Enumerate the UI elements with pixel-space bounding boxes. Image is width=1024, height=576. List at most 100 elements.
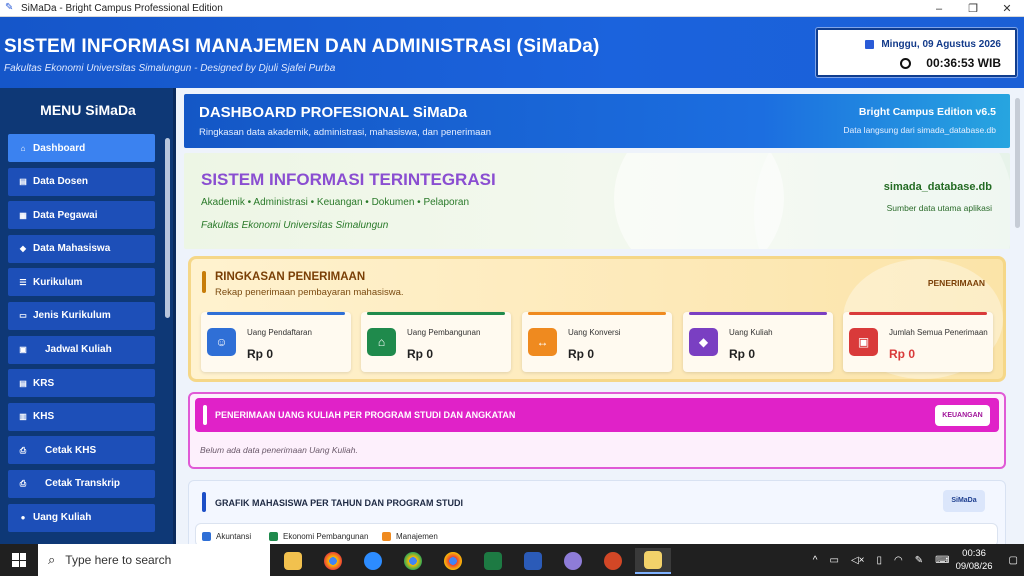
sidebar-item-label: KHS [33, 411, 55, 423]
sidebar-item-kurikulum[interactable]: ☰ Kurikulum [8, 268, 155, 297]
app-subtitle: Fakultas Ekonomi Universitas Simalungun … [4, 63, 336, 74]
sidebar-scrollbar[interactable] [165, 138, 170, 318]
search-icon: ⌕ [48, 552, 56, 567]
file-explorer-icon[interactable] [275, 548, 311, 574]
sidebar-item-jenis-kurikulum[interactable]: ▭ Jenis Kurikulum [8, 301, 155, 330]
receipt-cards: ☺ Uang Pendaftaran Rp 0 ⌂ Uang Pembangun… [201, 312, 993, 372]
sidebar-item-label: Data Pegawai [33, 209, 98, 221]
taskbar-search[interactable]: ⌕ Type here to search [38, 544, 270, 576]
notification-icon[interactable]: ▢ [1009, 555, 1018, 566]
current-date: Minggu, 09 Agustus 2026 [881, 39, 1001, 50]
sidebar-item-label: Cetak KHS [45, 444, 97, 456]
chrome-icon[interactable] [435, 548, 471, 574]
volume-icon[interactable]: ◁× [851, 555, 865, 566]
clipboard-icon: ▤ [19, 378, 27, 388]
sidebar-item-label: KRS [33, 377, 55, 389]
printer-icon: ⎙ [19, 479, 27, 489]
main-scrollbar[interactable] [1015, 98, 1020, 228]
exchange-icon: ↔ [528, 328, 557, 356]
keyboard-icon[interactable]: ⌨ [935, 555, 949, 566]
sidebar-item-khs[interactable]: ▥ KHS [8, 402, 155, 431]
windows-taskbar: ⌕ Type here to search ^ ▭ ◁× ▯ ◠ ✎ ⌨ 00:… [0, 544, 1024, 576]
maximize-button[interactable]: ❐ [956, 0, 990, 17]
sidebar-item-dashboard[interactable]: ⌂ Dashboard [8, 134, 155, 162]
sidebar-item-cetak-khs[interactable]: ⎙ Cetak KHS [8, 436, 155, 465]
money-icon: ● [20, 513, 26, 523]
printer-icon: ⎙ [19, 445, 27, 455]
search-placeholder: Type here to search [65, 553, 172, 567]
graduation-cap-icon: ◆ [19, 244, 27, 254]
legend-label: Ekonomi Pembangunan [283, 532, 369, 541]
sidebar-item-data-mahasiswa[interactable]: ◆ Data Mahasiswa [8, 234, 155, 263]
legend-swatch [382, 532, 391, 541]
dashboard-banner: DASHBOARD PROFESIONAL SiMaDa Ringkasan d… [184, 94, 1010, 148]
database-caption: Sumber data utama aplikasi [886, 203, 992, 213]
building-icon: ⌂ [367, 328, 396, 356]
simada-button[interactable]: SiMaDa [943, 490, 985, 512]
card-label: Uang Pembangunan [407, 328, 481, 337]
card-label: Uang Pendaftaran [247, 328, 312, 337]
edition-label: Bright Campus Edition v6.5 [858, 106, 996, 118]
simada-app-icon[interactable] [635, 548, 671, 574]
taskbar-date: 09/08/26 [955, 561, 993, 572]
legend-label: Manajemen [396, 532, 438, 541]
powerpoint-icon[interactable] [595, 548, 631, 574]
building-icon: ▦ [19, 210, 27, 220]
taskbar-clock[interactable]: 00:36 09/08/26 [956, 547, 993, 573]
sidebar-item-cetak-transkrip[interactable]: ⎙ Cetak Transkrip [8, 469, 155, 498]
sidebar-item-label: Uang Kuliah [33, 512, 92, 524]
receipts-summary-panel: RINGKASAN PENERIMAAN Rekap penerimaan pe… [188, 256, 1006, 382]
sidebar-item-data-pegawai[interactable]: ▦ Data Pegawai [8, 201, 155, 230]
current-time: 00:36:53 WIB [926, 56, 1001, 70]
excel-icon[interactable] [475, 548, 511, 574]
minimize-button[interactable]: – [922, 0, 956, 17]
close-button[interactable]: ✕ [990, 0, 1024, 17]
student-graph-panel: GRAFIK MAHASISWA PER TAHUN DAN PROGRAM S… [188, 480, 1006, 550]
user-icon: ☺ [207, 328, 236, 356]
card-value: Rp 0 [889, 347, 916, 361]
graduation-cap-icon: ◆ [689, 328, 718, 356]
sidebar-item-label: Data Dosen [33, 176, 89, 188]
pen-icon[interactable]: ✎ [915, 555, 923, 566]
sidebar-item-uang-kuliah[interactable]: ● Uang Kuliah [8, 503, 155, 532]
device-icon[interactable]: ▯ [876, 555, 882, 566]
datetime-panel: Minggu, 09 Agustus 2026 00:36:53 WIB [816, 28, 1017, 77]
legend-item-akuntansi: Akuntansi [202, 532, 251, 541]
receipts-title: RINGKASAN PENERIMAAN [215, 271, 366, 283]
word-icon[interactable] [515, 548, 551, 574]
sidebar: MENU SiMaDa ⌂ Dashboard ▤ Data Dosen ▦ Data… [0, 88, 176, 544]
start-button[interactable] [0, 544, 38, 576]
calendar-icon: ▣ [19, 345, 27, 355]
sidebar-item-krs[interactable]: ▤ KRS [8, 369, 155, 398]
graph-title: GRAFIK MAHASISWA PER TAHUN DAN PROGRAM S… [215, 498, 463, 508]
battery-icon[interactable]: ▭ [830, 555, 839, 566]
app-feather-icon: ✎ [5, 2, 14, 13]
decorative-circle [754, 153, 1010, 249]
sidebar-menu: ⌂ Dashboard ▤ Data Dosen ▦ Data Pegawai ◆ Da… [8, 134, 155, 537]
card-label: Uang Kuliah [729, 328, 773, 337]
folder-icon: ▭ [19, 311, 27, 321]
card-stripe [367, 312, 505, 315]
tuition-header: PENERIMAAN UANG KULIAH PER PROGRAM STUDI… [195, 398, 999, 432]
wifi-icon[interactable]: ◠ [894, 555, 903, 566]
receipt-card-uang-pembangunan: ⌂ Uang Pembangunan Rp 0 [361, 312, 511, 372]
receipt-card-uang-pendaftaran: ☺ Uang Pendaftaran Rp 0 [201, 312, 351, 372]
chrome-icon[interactable] [395, 548, 431, 574]
sidebar-title: MENU SiMaDa [40, 102, 136, 118]
tuition-panel: PENERIMAAN UANG KULIAH PER PROGRAM STUDI… [188, 392, 1006, 469]
tuition-empty-message: Belum ada data penerimaan Uang Kuliah. [200, 445, 358, 455]
receipt-card-uang-kuliah: ◆ Uang Kuliah Rp 0 [683, 312, 833, 372]
dashboard-title: DASHBOARD PROFESIONAL SiMaDa [199, 104, 468, 121]
zoom-icon[interactable] [355, 548, 391, 574]
card-value: Rp 0 [247, 347, 274, 361]
legend-swatch [202, 532, 211, 541]
chevron-up-icon[interactable]: ^ [813, 555, 818, 566]
window-titlebar: ✎ SiMaDa - Bright Campus Professional Ed… [0, 0, 1024, 17]
sidebar-item-data-dosen[interactable]: ▤ Data Dosen [8, 167, 155, 196]
keuangan-button[interactable]: KEUANGAN [935, 405, 990, 426]
section-accent-bar [203, 405, 207, 425]
app-icon[interactable] [555, 548, 591, 574]
chrome-icon[interactable] [315, 548, 351, 574]
sidebar-item-jadwal-kuliah[interactable]: ▣ Jadwal Kuliah [8, 335, 155, 364]
app-title: SISTEM INFORMASI MANAJEMEN DAN ADMINISTR… [4, 36, 600, 57]
